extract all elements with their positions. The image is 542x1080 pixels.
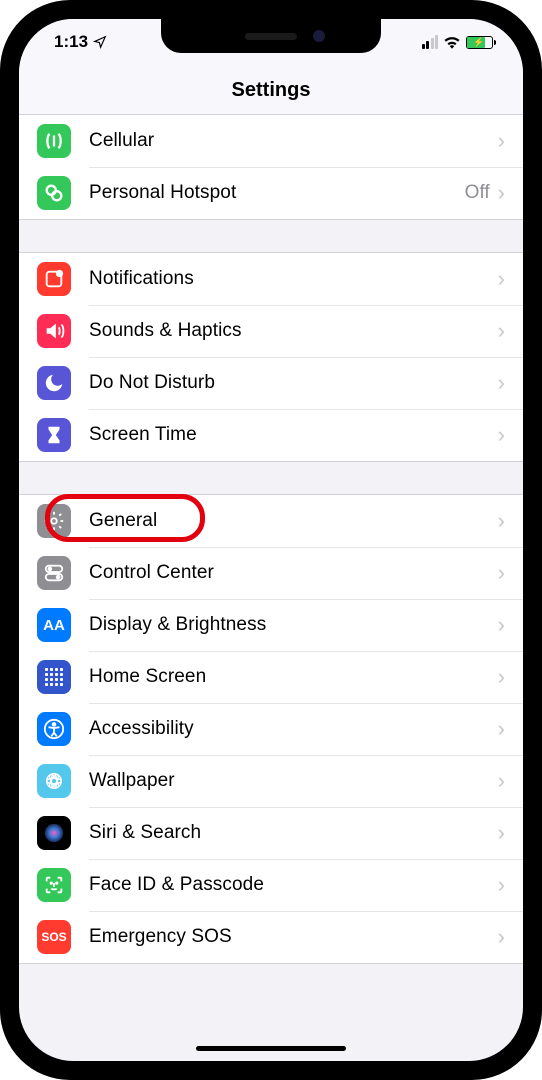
wifi-icon <box>443 35 461 49</box>
homescreen-icon <box>37 660 71 694</box>
chevron-right-icon: › <box>498 820 505 846</box>
row-display[interactable]: AA Display & Brightness › <box>19 599 523 651</box>
general-icon <box>37 504 71 538</box>
settings-group-connectivity: Cellular › Personal Hotspot Off › <box>19 115 523 220</box>
row-label: General <box>89 510 498 532</box>
page-title: Settings <box>19 79 523 102</box>
row-label: Home Screen <box>89 666 498 688</box>
row-label: Control Center <box>89 562 498 584</box>
row-general[interactable]: General › <box>19 495 523 547</box>
row-cellular[interactable]: Cellular › <box>19 115 523 167</box>
row-label: Siri & Search <box>89 822 498 844</box>
row-detail: Off <box>465 182 490 204</box>
settings-list[interactable]: Cellular › Personal Hotspot Off › <box>19 115 523 1061</box>
sos-icon: SOS <box>37 920 71 954</box>
row-controlcenter[interactable]: Control Center › <box>19 547 523 599</box>
row-label: Notifications <box>89 268 498 290</box>
row-accessibility[interactable]: Accessibility › <box>19 703 523 755</box>
row-sos[interactable]: SOS Emergency SOS › <box>19 911 523 963</box>
row-dnd[interactable]: Do Not Disturb › <box>19 357 523 409</box>
row-siri[interactable]: Siri & Search › <box>19 807 523 859</box>
chevron-right-icon: › <box>498 508 505 534</box>
chevron-right-icon: › <box>498 128 505 154</box>
row-screentime[interactable]: Screen Time › <box>19 409 523 461</box>
settings-group-device: General › Control Center › AA Display & … <box>19 494 523 964</box>
chevron-right-icon: › <box>498 370 505 396</box>
row-label: Emergency SOS <box>89 926 498 948</box>
cellular-icon <box>37 124 71 158</box>
row-notifications[interactable]: Notifications › <box>19 253 523 305</box>
row-sounds[interactable]: Sounds & Haptics › <box>19 305 523 357</box>
hotspot-icon <box>37 176 71 210</box>
row-faceid[interactable]: Face ID & Passcode › <box>19 859 523 911</box>
screentime-icon <box>37 418 71 452</box>
notch <box>161 19 381 53</box>
controlcenter-icon <box>37 556 71 590</box>
row-label: Wallpaper <box>89 770 498 792</box>
chevron-right-icon: › <box>498 924 505 950</box>
row-homescreen[interactable]: Home Screen › <box>19 651 523 703</box>
home-indicator[interactable] <box>196 1046 346 1051</box>
chevron-right-icon: › <box>498 560 505 586</box>
notifications-icon <box>37 262 71 296</box>
chevron-right-icon: › <box>498 422 505 448</box>
row-label: Personal Hotspot <box>89 182 465 204</box>
chevron-right-icon: › <box>498 612 505 638</box>
settings-group-alerts: Notifications › Sounds & Haptics › Do No… <box>19 252 523 462</box>
chevron-right-icon: › <box>498 768 505 794</box>
sounds-icon <box>37 314 71 348</box>
battery-icon: ⚡ <box>466 36 493 49</box>
status-time: 1:13 <box>54 32 88 52</box>
row-label: Screen Time <box>89 424 498 446</box>
dnd-icon <box>37 366 71 400</box>
siri-icon <box>37 816 71 850</box>
row-wallpaper[interactable]: Wallpaper › <box>19 755 523 807</box>
row-label: Accessibility <box>89 718 498 740</box>
chevron-right-icon: › <box>498 872 505 898</box>
chevron-right-icon: › <box>498 180 505 206</box>
location-icon <box>93 35 107 49</box>
cellular-signal-icon <box>422 35 439 49</box>
faceid-icon <box>37 868 71 902</box>
row-label: Sounds & Haptics <box>89 320 498 342</box>
chevron-right-icon: › <box>498 716 505 742</box>
nav-header: Settings <box>19 65 523 115</box>
chevron-right-icon: › <box>498 266 505 292</box>
wallpaper-icon <box>37 764 71 798</box>
row-label: Display & Brightness <box>89 614 498 636</box>
row-hotspot[interactable]: Personal Hotspot Off › <box>19 167 523 219</box>
row-label: Cellular <box>89 130 498 152</box>
chevron-right-icon: › <box>498 664 505 690</box>
accessibility-icon <box>37 712 71 746</box>
chevron-right-icon: › <box>498 318 505 344</box>
row-label: Do Not Disturb <box>89 372 498 394</box>
row-label: Face ID & Passcode <box>89 874 498 896</box>
display-icon: AA <box>37 608 71 642</box>
